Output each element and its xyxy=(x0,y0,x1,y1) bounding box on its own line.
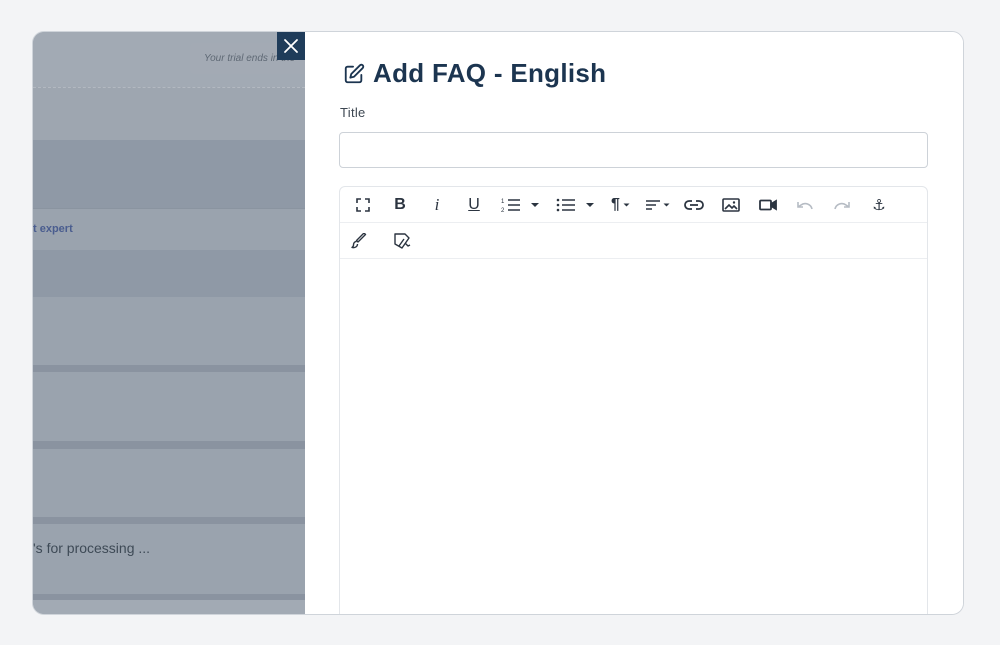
ordered-list-icon: 12 xyxy=(501,199,520,213)
editor-content-area[interactable] xyxy=(340,258,927,614)
bg-row xyxy=(33,297,305,365)
chevron-down-icon xyxy=(663,203,670,206)
brush-icon xyxy=(351,232,367,248)
paint-format-button[interactable] xyxy=(344,223,374,258)
bg-row xyxy=(33,524,305,594)
paragraph-format-button[interactable]: ¶ xyxy=(606,187,636,222)
svg-text:1: 1 xyxy=(501,199,505,205)
insert-link-button[interactable] xyxy=(679,187,709,222)
bold-icon: B xyxy=(394,195,406,213)
link-icon xyxy=(684,199,704,210)
bg-row xyxy=(33,372,305,441)
bg-row xyxy=(33,449,305,517)
insert-video-button[interactable] xyxy=(753,187,783,222)
close-icon xyxy=(284,39,298,53)
bg-divider xyxy=(33,517,305,524)
title-input[interactable] xyxy=(339,132,928,168)
italic-button[interactable]: i xyxy=(422,187,452,222)
underline-button[interactable]: U xyxy=(459,187,489,222)
undo-icon xyxy=(797,201,813,209)
fullscreen-button[interactable] xyxy=(348,187,378,222)
chevron-down-icon xyxy=(586,202,594,207)
undo-button[interactable] xyxy=(790,187,820,222)
bold-button[interactable]: B xyxy=(385,187,415,222)
italic-icon: i xyxy=(434,194,440,214)
align-icon xyxy=(646,199,660,210)
align-button[interactable] xyxy=(640,187,676,222)
video-icon xyxy=(759,198,777,211)
bg-divider xyxy=(33,441,305,449)
bg-divider xyxy=(33,365,305,372)
drawer-title: Add FAQ - English xyxy=(373,58,607,88)
insert-anchor-button[interactable]: ⚓ xyxy=(864,187,894,222)
bg-row xyxy=(33,208,305,251)
redo-button[interactable] xyxy=(827,187,857,222)
edit-icon xyxy=(344,63,365,83)
processing-text: 's for processing ... xyxy=(33,540,151,556)
bg-row xyxy=(33,140,305,208)
insert-image-button[interactable] xyxy=(716,187,746,222)
bg-row xyxy=(33,87,305,141)
rich-text-editor: B i U 12 ¶ ⚓ xyxy=(339,186,928,614)
app-frame: Your trial ends in the t expert 's for p… xyxy=(32,31,964,615)
faq-drawer: Add FAQ - English Title B i U 1 2 ¶ ⚓ xyxy=(305,32,963,614)
ordered-list-button[interactable]: 12 xyxy=(496,187,546,222)
unordered-list-button[interactable] xyxy=(550,187,602,222)
editor-toolbar-row-2 xyxy=(340,223,927,259)
bg-row xyxy=(33,250,305,297)
svg-text:2: 2 xyxy=(501,208,505,213)
expert-link[interactable]: t expert xyxy=(33,223,73,235)
background-overlay[interactable]: Your trial ends in the t expert 's for p… xyxy=(33,32,305,614)
redo-icon xyxy=(834,201,850,209)
image-icon xyxy=(722,197,740,212)
underline-icon: U xyxy=(468,195,480,213)
chevron-down-icon xyxy=(623,203,630,206)
drawer-header: Add FAQ - English xyxy=(343,58,606,89)
editor-toolbar-row-1: B i U 12 ¶ ⚓ xyxy=(340,187,927,223)
unordered-list-icon xyxy=(556,198,575,211)
expand-icon xyxy=(356,197,370,212)
bg-row xyxy=(33,594,305,614)
eraser-icon xyxy=(394,232,411,249)
pilcrow-icon: ¶ xyxy=(611,195,620,213)
anchor-icon: ⚓ xyxy=(872,196,886,214)
close-drawer-button[interactable] xyxy=(277,32,305,60)
title-label: Title xyxy=(340,105,366,120)
chevron-down-icon xyxy=(531,202,539,207)
clear-format-button[interactable] xyxy=(387,223,417,258)
